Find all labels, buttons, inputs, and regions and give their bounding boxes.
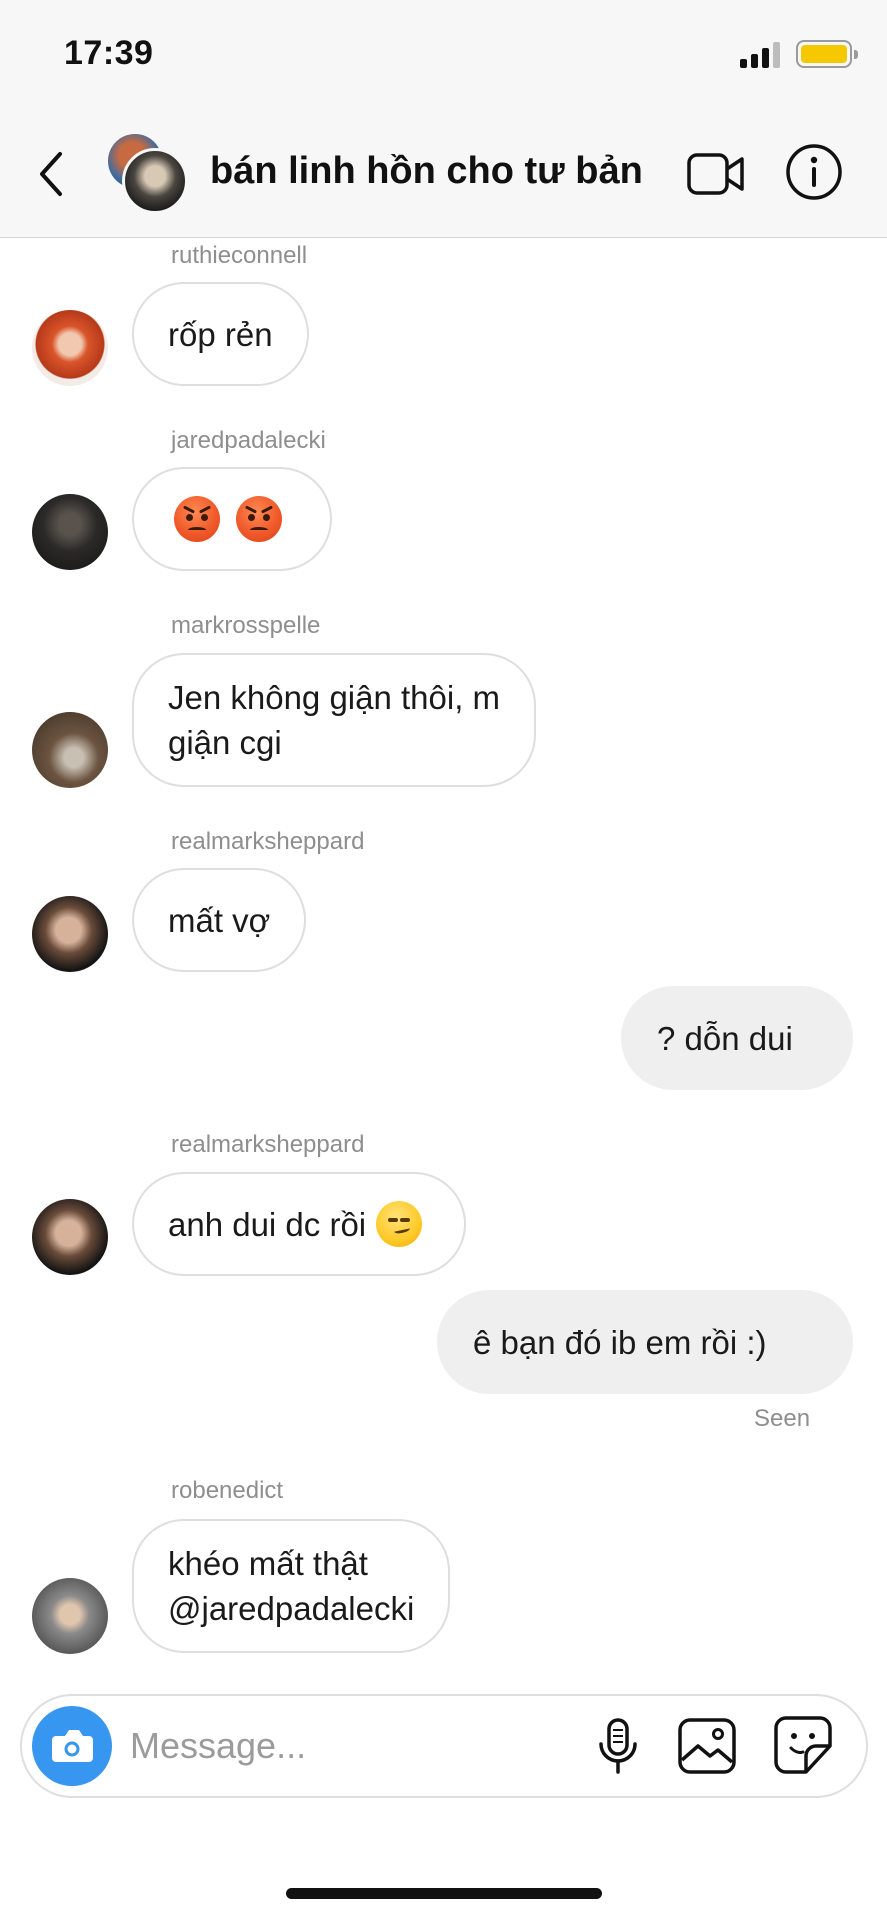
back-button[interactable] xyxy=(30,144,74,204)
message-username[interactable]: jaredpadalecki xyxy=(171,427,326,455)
message-text: anh dui dc rồi xyxy=(168,1205,367,1243)
group-avatar[interactable] xyxy=(106,130,190,214)
message-input[interactable] xyxy=(130,1720,570,1772)
camera-button[interactable] xyxy=(32,1706,112,1786)
status-bar: 17:39 xyxy=(0,0,887,110)
chevron-left-icon xyxy=(40,152,62,196)
message-composer xyxy=(20,1694,868,1798)
video-call-icon xyxy=(687,153,744,195)
message-bubble[interactable]: rốp rẻn xyxy=(132,282,309,386)
camera-icon xyxy=(52,1730,93,1762)
message-bubble[interactable]: khéo mất thật @jaredpadalecki xyxy=(132,1519,451,1653)
message-username[interactable]: robenedict xyxy=(171,1477,283,1505)
message-bubble[interactable]: Jen không giận thôi, m giận cgi xyxy=(132,653,537,787)
angry-face-icon xyxy=(174,496,220,542)
message-username[interactable]: markrosspelle xyxy=(171,612,320,640)
info-button[interactable] xyxy=(784,142,844,202)
video-call-button[interactable] xyxy=(686,148,746,200)
message-text: ê bạn đó ib em rồi :) xyxy=(473,1323,767,1361)
sticker-button[interactable] xyxy=(772,1714,834,1776)
message-text-line: giận cgi xyxy=(168,724,282,761)
message-text: rốp rẻn xyxy=(168,315,273,353)
sticker-icon xyxy=(774,1716,832,1774)
smirking-face-icon xyxy=(376,1201,423,1247)
user-avatar[interactable] xyxy=(32,712,108,788)
message-text-line: @jaredpadalecki xyxy=(168,1590,415,1627)
info-icon xyxy=(786,144,842,200)
group-avatar-front xyxy=(122,148,188,214)
user-avatar[interactable] xyxy=(32,1199,108,1275)
status-time: 17:39 xyxy=(64,34,154,72)
home-indicator[interactable] xyxy=(286,1888,602,1899)
message-bubble[interactable] xyxy=(132,467,332,571)
voice-message-button[interactable] xyxy=(590,1716,646,1776)
message-text: ? dỗn dui xyxy=(657,1019,793,1057)
angry-face-icon xyxy=(236,496,282,542)
message-username[interactable]: ruthieconnell xyxy=(171,242,307,270)
message-username[interactable]: realmarksheppard xyxy=(171,1131,364,1159)
cellular-signal-icon xyxy=(740,42,784,68)
user-avatar[interactable] xyxy=(32,494,108,570)
chat-title[interactable]: bán linh hồn cho tư bản xyxy=(210,150,643,193)
message-bubble[interactable]: anh dui dc rồi xyxy=(132,1172,467,1276)
message-bubble[interactable]: mất vợ xyxy=(132,868,307,972)
gallery-button[interactable] xyxy=(676,1716,738,1776)
message-text-line: Jen không giận thôi, m xyxy=(168,679,501,716)
message-text: mất vợ xyxy=(168,901,271,939)
message-text-line: khéo mất thật xyxy=(168,1545,368,1582)
seen-status: Seen xyxy=(754,1405,811,1432)
chat-header: bán linh hồn cho tư bản xyxy=(0,110,887,238)
message-bubble-outgoing[interactable]: ê bạn đó ib em rồi :) xyxy=(437,1290,853,1394)
user-avatar[interactable] xyxy=(32,896,108,972)
microphone-icon xyxy=(599,1718,637,1774)
battery-icon xyxy=(796,40,858,68)
gallery-icon xyxy=(678,1718,736,1774)
user-avatar[interactable] xyxy=(32,1578,108,1654)
user-avatar[interactable] xyxy=(32,310,108,386)
message-username[interactable]: realmarksheppard xyxy=(171,828,364,856)
message-bubble-outgoing[interactable]: ? dỗn dui xyxy=(621,986,853,1090)
